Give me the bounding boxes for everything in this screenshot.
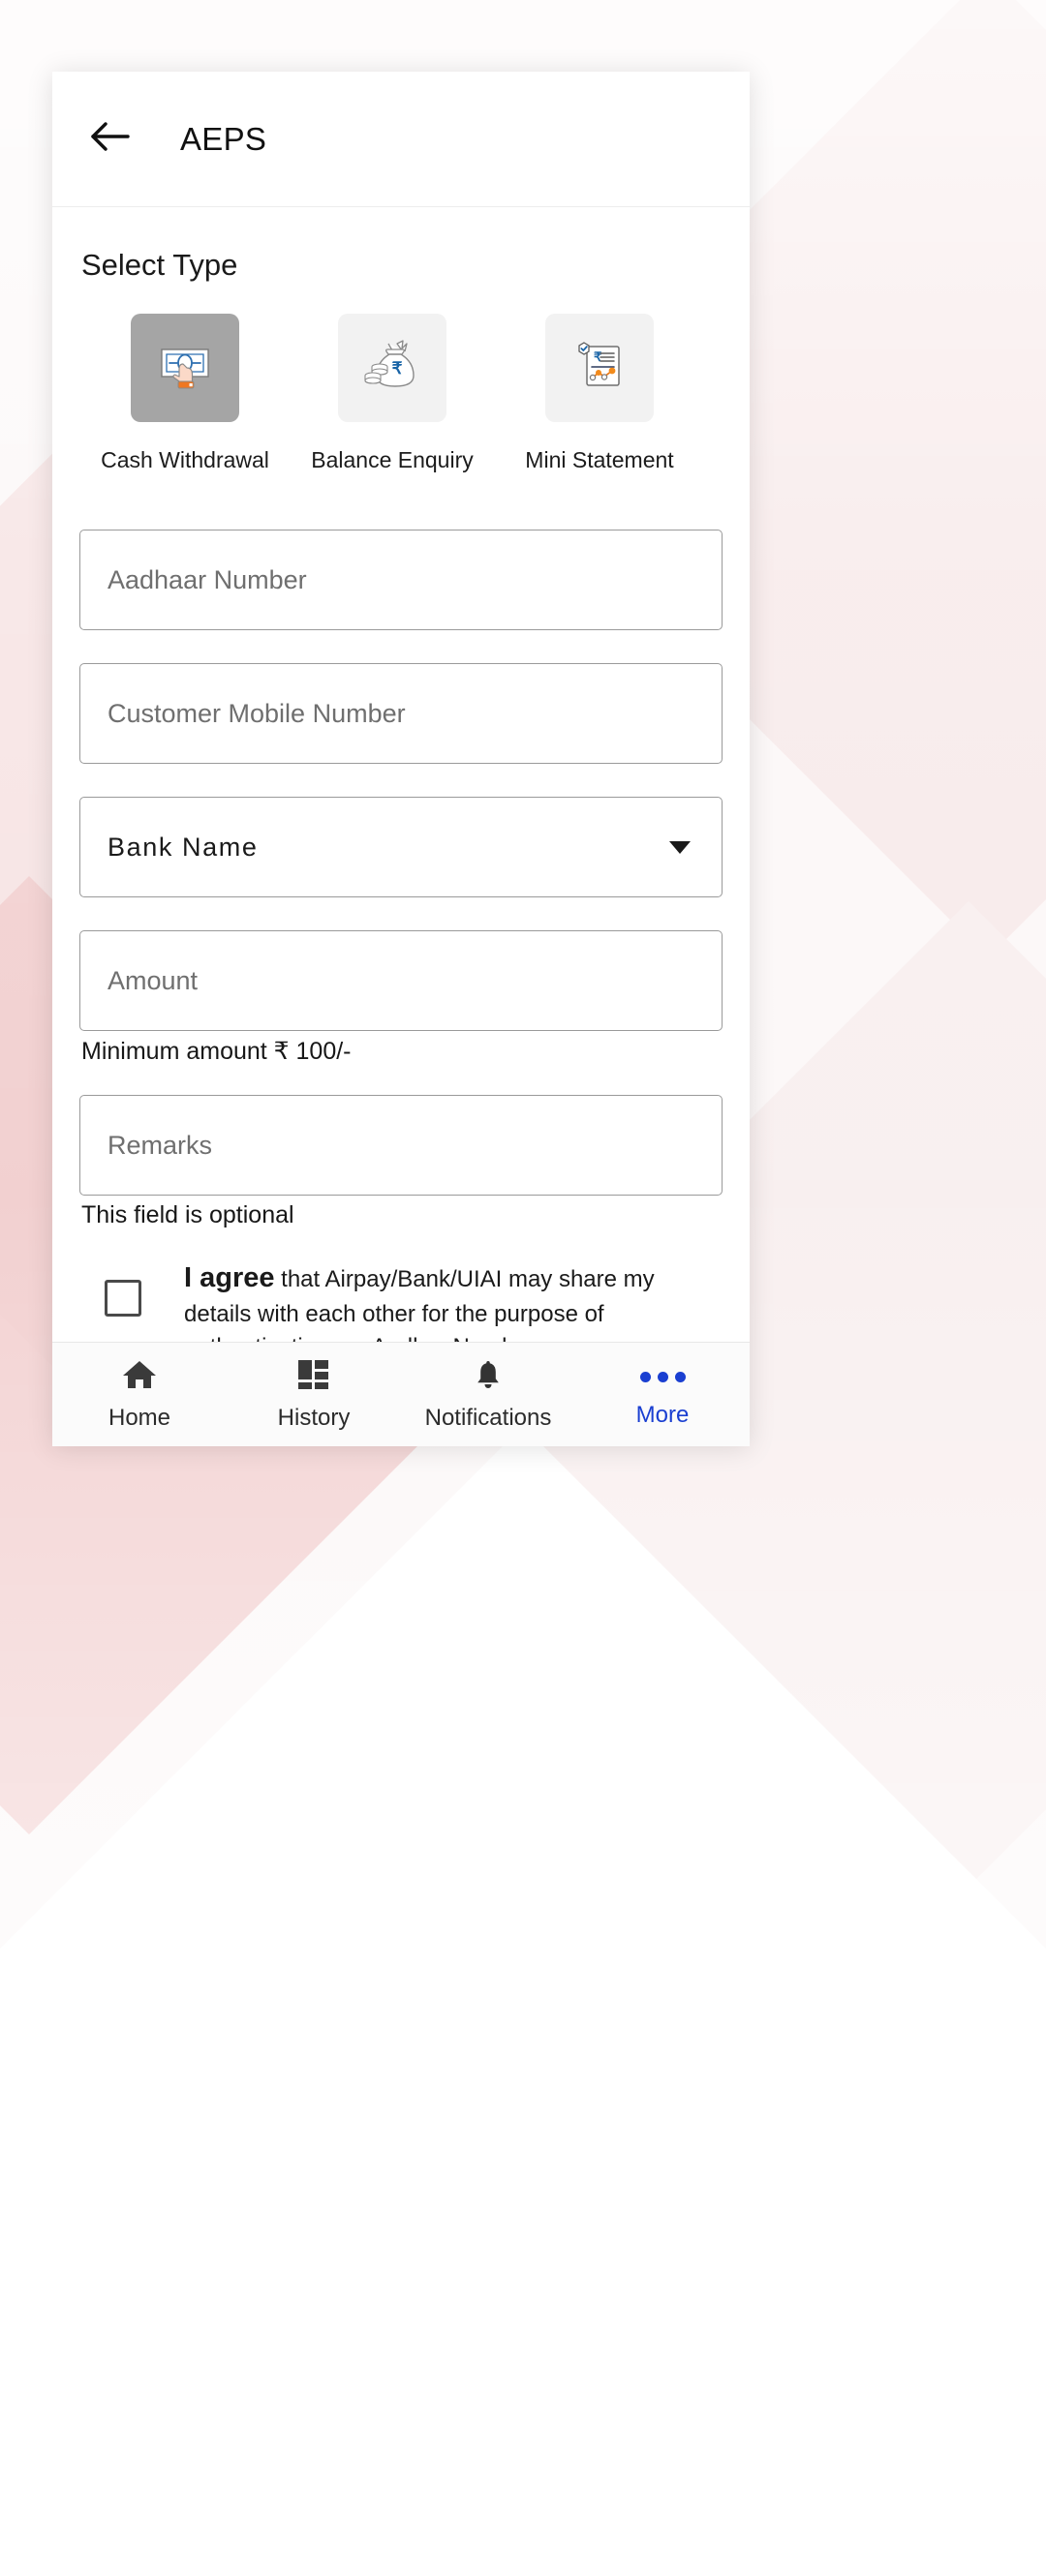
statement-document-icon: ₹ <box>564 330 635 407</box>
type-tile-mini-statement: ₹ <box>545 314 654 422</box>
type-selector: Cash Withdrawal ₹ Balance Enquiry ₹ Mini… <box>79 314 723 473</box>
more-dots-icon <box>639 1360 686 1393</box>
type-option-mini-statement[interactable]: ₹ Mini Statement <box>496 314 703 473</box>
page-title: AEPS <box>180 120 267 157</box>
home-icon <box>121 1358 158 1396</box>
nav-item-more[interactable]: More <box>575 1360 750 1429</box>
remarks-helper-text: This field is optional <box>81 1201 294 1228</box>
type-label: Mini Statement <box>525 447 674 472</box>
type-tile-cash-withdrawal <box>131 314 239 422</box>
bottom-navigation: Home History Notifications More <box>52 1342 750 1446</box>
customer-mobile-number-placeholder: Customer Mobile Number <box>108 698 406 728</box>
nav-label: History <box>277 1404 351 1431</box>
back-button[interactable] <box>79 109 139 169</box>
amount-input[interactable]: Amount <box>79 930 723 1031</box>
arrow-left-icon <box>89 119 130 159</box>
consent-text: I agree that Airpay/Bank/UIAI may share … <box>184 1258 668 1342</box>
app-bar: AEPS <box>52 72 750 207</box>
type-option-cash-withdrawal[interactable]: Cash Withdrawal <box>81 314 289 473</box>
consent-row: I agree that Airpay/Bank/UIAI may share … <box>79 1258 723 1342</box>
type-label: Cash Withdrawal <box>101 447 269 472</box>
type-label: Balance Enquiry <box>311 447 474 472</box>
amount-placeholder: Amount <box>108 965 199 995</box>
phone-screen: AEPS Select Type Cash Withdrawal ₹ Balan… <box>52 72 750 1446</box>
type-tile-balance-enquiry: ₹ <box>338 314 446 422</box>
bank-name-select[interactable]: Bank Name <box>79 797 723 897</box>
nav-label: Home <box>108 1404 171 1431</box>
remarks-placeholder: Remarks <box>108 1130 213 1160</box>
amount-helper-text: Minimum amount ₹ 100/- <box>81 1038 352 1065</box>
cash-withdrawal-icon <box>149 330 221 407</box>
type-option-balance-enquiry[interactable]: ₹ Balance Enquiry <box>289 314 496 473</box>
money-bag-icon: ₹ <box>356 330 428 407</box>
select-type-heading: Select Type <box>81 248 238 282</box>
nav-item-notifications[interactable]: Notifications <box>401 1358 575 1432</box>
grid-icon <box>296 1358 331 1396</box>
consent-checkbox[interactable] <box>105 1280 141 1317</box>
nav-label: More <box>635 1402 690 1428</box>
aadhaar-number-input[interactable]: Aadhaar Number <box>79 530 723 630</box>
remarks-input[interactable]: Remarks <box>79 1095 723 1196</box>
customer-mobile-number-input[interactable]: Customer Mobile Number <box>79 663 723 764</box>
consent-agree-label: I agree <box>184 1262 275 1293</box>
chevron-down-icon <box>669 840 691 854</box>
bank-name-value: Bank Name <box>108 832 259 862</box>
nav-label: Notifications <box>424 1404 552 1431</box>
nav-item-history[interactable]: History <box>227 1358 401 1432</box>
bell-icon <box>472 1358 505 1396</box>
screen-content: Select Type Cash Withdrawal ₹ Balance En… <box>52 207 750 1342</box>
aadhaar-number-placeholder: Aadhaar Number <box>108 564 307 594</box>
svg-text:₹: ₹ <box>392 359 403 378</box>
aeps-form: Aadhaar Number Customer Mobile Number Ba… <box>79 530 723 1342</box>
nav-item-home[interactable]: Home <box>52 1358 227 1432</box>
